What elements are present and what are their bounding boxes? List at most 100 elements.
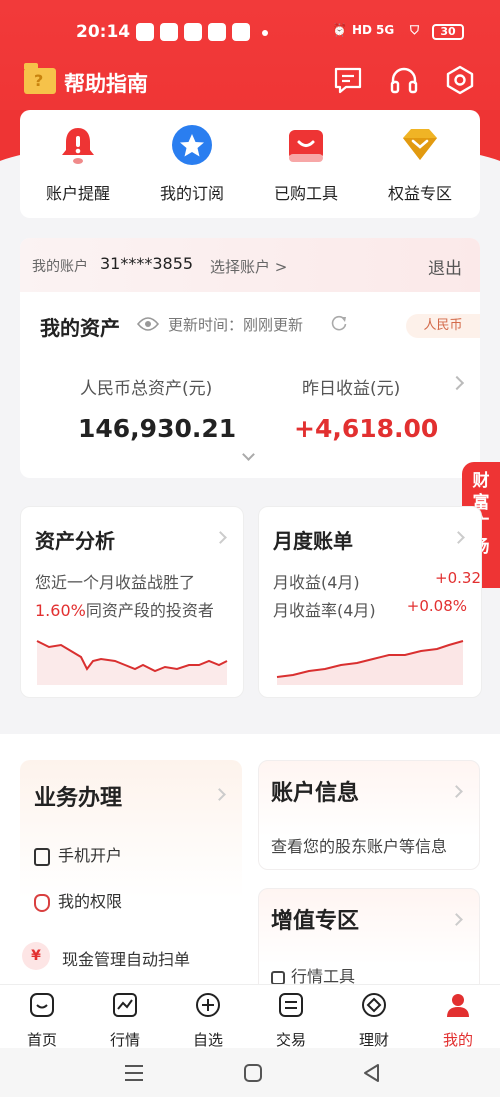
quick-item-label: 权益专区 xyxy=(387,184,452,203)
monthly-rate-value: +0.08% xyxy=(406,597,467,615)
chevron-right-icon[interactable] xyxy=(449,375,465,391)
home-icon xyxy=(30,993,54,1017)
monthly-bill-title: 月度账单 xyxy=(273,529,353,553)
nav-home[interactable]: 首页 xyxy=(12,991,72,1050)
signal-icon: 5G xyxy=(376,23,395,37)
my-permissions-label: 我的权限 xyxy=(58,892,123,911)
quick-item-label: 已购工具 xyxy=(273,184,338,203)
nav-label: 交易 xyxy=(275,1031,306,1049)
status-time: 20:14 xyxy=(76,22,131,42)
bell-icon xyxy=(62,128,94,164)
plus-circle-icon xyxy=(196,993,220,1017)
monthly-bill-card[interactable]: 月度账单 月收益(4月) +0.32 月收益率(4月) +0.08% xyxy=(258,506,482,698)
value-added-title: 增值专区 xyxy=(271,909,360,934)
chevron-right-icon xyxy=(214,531,227,544)
menu-icon[interactable] xyxy=(124,1064,144,1082)
chart-icon xyxy=(113,993,137,1017)
permission-shield-icon xyxy=(34,893,50,912)
baidu-app-icon xyxy=(136,23,154,41)
back-icon[interactable] xyxy=(362,1063,382,1083)
monthly-sparkline xyxy=(276,640,464,685)
market-tools-icon xyxy=(271,970,285,985)
logout-button[interactable]: 退出 xyxy=(428,254,462,279)
account-info-desc: 查看您的股东账户等信息 xyxy=(271,837,448,856)
chevron-right-icon xyxy=(450,785,463,798)
quick-item-label: 我的订阅 xyxy=(159,184,224,203)
diamond-icon xyxy=(403,129,437,160)
yesterday-profit-value: +4,618.00 xyxy=(294,414,439,443)
quick-item-account-alert[interactable]: 账户提醒 xyxy=(28,124,128,204)
chevron-right-icon xyxy=(452,531,465,544)
account-info-title: 账户信息 xyxy=(271,781,360,806)
asset-analysis-card[interactable]: 资产分析 您近一个月收益战胜了 1.60%同资产段的投资者 xyxy=(20,506,244,698)
nav-label: 自选 xyxy=(192,1031,223,1049)
headset-icon[interactable] xyxy=(388,64,420,96)
account-number: 31****3855 xyxy=(100,254,194,273)
asset-analysis-title: 资产分析 xyxy=(35,529,115,553)
chevron-right-icon xyxy=(450,913,463,926)
user-icon xyxy=(447,994,469,1017)
battery-icon: 30 xyxy=(432,24,464,40)
quick-actions-card: 账户提醒 我的订阅 已购工具 权益专区 xyxy=(20,110,480,218)
home-square-icon[interactable] xyxy=(243,1063,263,1083)
yesterday-profit-label: 昨日收益(元) xyxy=(302,379,401,399)
value-added-card[interactable]: 增值专区 行情工具 xyxy=(258,888,480,998)
monthly-rate-label: 月收益率(4月) xyxy=(273,601,376,620)
nav-mine[interactable]: 我的 xyxy=(428,991,488,1050)
nav-label: 行情 xyxy=(109,1031,140,1049)
help-folder-icon[interactable]: ? xyxy=(24,63,56,94)
account-info-card[interactable]: 账户信息 查看您的股东账户等信息 xyxy=(258,760,480,870)
refresh-icon[interactable] xyxy=(330,314,348,332)
total-assets-value: 146,930.21 xyxy=(78,414,237,443)
wealth-icon xyxy=(362,993,386,1017)
message-icon[interactable] xyxy=(332,64,364,96)
analysis-text: 您近一个月收益战胜了 xyxy=(35,573,196,592)
alarm-icon: ⏰ xyxy=(332,23,347,37)
currency-tag[interactable]: 人民币 xyxy=(406,314,480,338)
cash-icon: ¥ xyxy=(22,942,50,970)
select-account-link[interactable]: 选择账户 > xyxy=(210,256,287,277)
monthly-profit-label: 月收益(4月) xyxy=(273,573,360,592)
cash-management-label: 现金管理自动扫单 xyxy=(62,950,191,969)
title-bar: ? 帮助指南 xyxy=(0,60,500,104)
quick-item-rights-zone[interactable]: 权益专区 xyxy=(370,124,470,204)
mobile-account-opening-label: 手机开户 xyxy=(58,846,123,865)
chevron-right-icon xyxy=(213,788,226,801)
nav-watchlist[interactable]: 自选 xyxy=(178,991,238,1050)
nav-wealth[interactable]: 理财 xyxy=(344,991,404,1050)
settings-icon[interactable] xyxy=(444,64,476,96)
status-bar: 20:14 ⏰ HD 5G ⛉ 30 xyxy=(0,18,500,48)
analysis-sparkline xyxy=(36,640,228,685)
bottom-navigation: 首页 行情 自选 交易 理财 我的 xyxy=(0,984,500,1050)
phone-icon xyxy=(34,847,50,866)
account-label: 我的账户 xyxy=(32,259,88,275)
nav-label: 首页 xyxy=(26,1031,57,1049)
update-time: 更新时间：刚刚更新 xyxy=(168,316,304,334)
assets-title: 我的资产 xyxy=(40,316,120,340)
system-navigation-bar xyxy=(0,1048,500,1097)
quick-item-subscription[interactable]: 我的订阅 xyxy=(142,124,242,204)
quick-item-label: 账户提醒 xyxy=(45,184,110,203)
nav-label: 理财 xyxy=(358,1031,389,1049)
cash-management-item[interactable]: ¥ 现金管理自动扫单 xyxy=(14,934,210,978)
my-permissions-item[interactable]: 我的权限 xyxy=(34,888,122,912)
chevron-down-icon[interactable] xyxy=(242,448,255,461)
total-assets-label: 人民币总资产(元) xyxy=(80,379,213,399)
nav-market[interactable]: 行情 xyxy=(95,991,155,1050)
account-header: 我的账户 31****3855 选择账户 > 退出 xyxy=(20,238,480,292)
section-divider xyxy=(0,718,500,734)
nav-trade[interactable]: 交易 xyxy=(261,991,321,1050)
page-title[interactable]: 帮助指南 xyxy=(64,68,148,98)
eye-icon[interactable] xyxy=(137,316,159,332)
message-app-icon xyxy=(232,23,250,41)
hd-icon: HD xyxy=(352,23,373,37)
search-app-icon xyxy=(184,23,202,41)
photo-app-icon xyxy=(208,23,226,41)
shield-status-icon: ⛉ xyxy=(410,23,420,37)
trade-icon xyxy=(279,993,303,1017)
video-app-icon xyxy=(160,23,178,41)
mobile-account-opening-item[interactable]: 手机开户 xyxy=(34,842,122,866)
more-notifications-icon xyxy=(262,30,268,36)
quick-item-purchased-tools[interactable]: 已购工具 xyxy=(256,124,356,204)
nav-label: 我的 xyxy=(442,1031,473,1049)
